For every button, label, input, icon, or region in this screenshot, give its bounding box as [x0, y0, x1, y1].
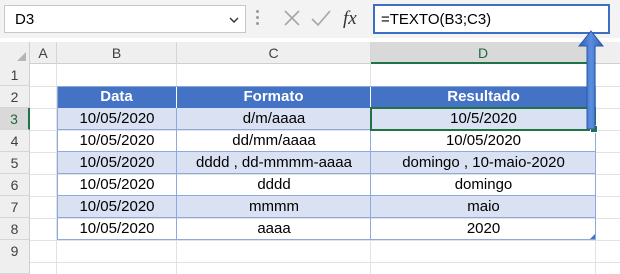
row-header-5[interactable]: 5 — [0, 152, 30, 174]
selected-cell-border — [370, 107, 598, 133]
cell-c4[interactable]: dd/mm/aaaa — [177, 130, 371, 152]
formula-bar-grip[interactable] — [256, 10, 259, 28]
cell-d4[interactable]: 10/05/2020 — [371, 130, 596, 152]
row-header-2[interactable]: 2 — [0, 86, 30, 108]
cell-d8[interactable]: 2020 — [371, 218, 596, 240]
cell-c8[interactable]: aaaa — [177, 218, 371, 240]
formula-actions: fx — [268, 4, 368, 34]
cell-c5[interactable]: dddd , dd-mmmm-aaaa — [177, 152, 371, 174]
table-resize-handle[interactable] — [590, 234, 595, 239]
cell-b7[interactable]: 10/05/2020 — [57, 196, 177, 218]
cell-b6[interactable]: 10/05/2020 — [57, 174, 177, 196]
cell-b4[interactable]: 10/05/2020 — [57, 130, 177, 152]
row-header-8[interactable]: 8 — [0, 218, 30, 240]
cell-c3[interactable]: d/m/aaaa — [177, 108, 371, 130]
cell-b3[interactable]: 10/05/2020 — [57, 108, 177, 130]
table-header-resultado: Resultado — [371, 86, 596, 108]
column-header-d[interactable]: D — [371, 42, 596, 64]
formula-text: =TEXTO(B3;C3) — [381, 11, 492, 28]
column-header-c[interactable]: C — [177, 42, 371, 64]
cell-c7[interactable]: mmmm — [177, 196, 371, 218]
chevron-down-icon[interactable] — [229, 15, 239, 25]
fx-icon[interactable]: fx — [342, 6, 364, 30]
name-box[interactable]: D3 — [4, 5, 246, 33]
close-icon[interactable] — [282, 8, 302, 28]
cell-d6[interactable]: domingo — [371, 174, 596, 196]
row-header-3[interactable]: 3 — [0, 108, 30, 130]
row-header-1[interactable]: 1 — [0, 64, 30, 86]
check-icon[interactable] — [310, 8, 332, 28]
formula-bar: D3 fx =TEXTO(B3;C3) — [0, 0, 620, 38]
cell-c6[interactable]: dddd — [177, 174, 371, 196]
row-header-7[interactable]: 7 — [0, 196, 30, 218]
column-header-a[interactable]: A — [30, 42, 57, 64]
svg-text:fx: fx — [343, 8, 357, 29]
row-header-4[interactable]: 4 — [0, 130, 30, 152]
formula-input[interactable]: =TEXTO(B3;C3) — [373, 4, 610, 34]
select-all-button[interactable] — [0, 42, 30, 64]
table-header-formato: Formato — [177, 86, 371, 108]
row-header-9[interactable]: 9 — [0, 240, 30, 274]
name-box-value: D3 — [15, 11, 35, 28]
cell-b5[interactable]: 10/05/2020 — [57, 152, 177, 174]
row-header-6[interactable]: 6 — [0, 174, 30, 196]
cell-d7[interactable]: maio — [371, 196, 596, 218]
arrow-up-icon — [578, 30, 604, 130]
cell-b8[interactable]: 10/05/2020 — [57, 218, 177, 240]
column-header-b[interactable]: B — [57, 42, 177, 64]
cell-d5[interactable]: domingo , 10-maio-2020 — [371, 152, 596, 174]
table-header-data: Data — [57, 86, 177, 108]
